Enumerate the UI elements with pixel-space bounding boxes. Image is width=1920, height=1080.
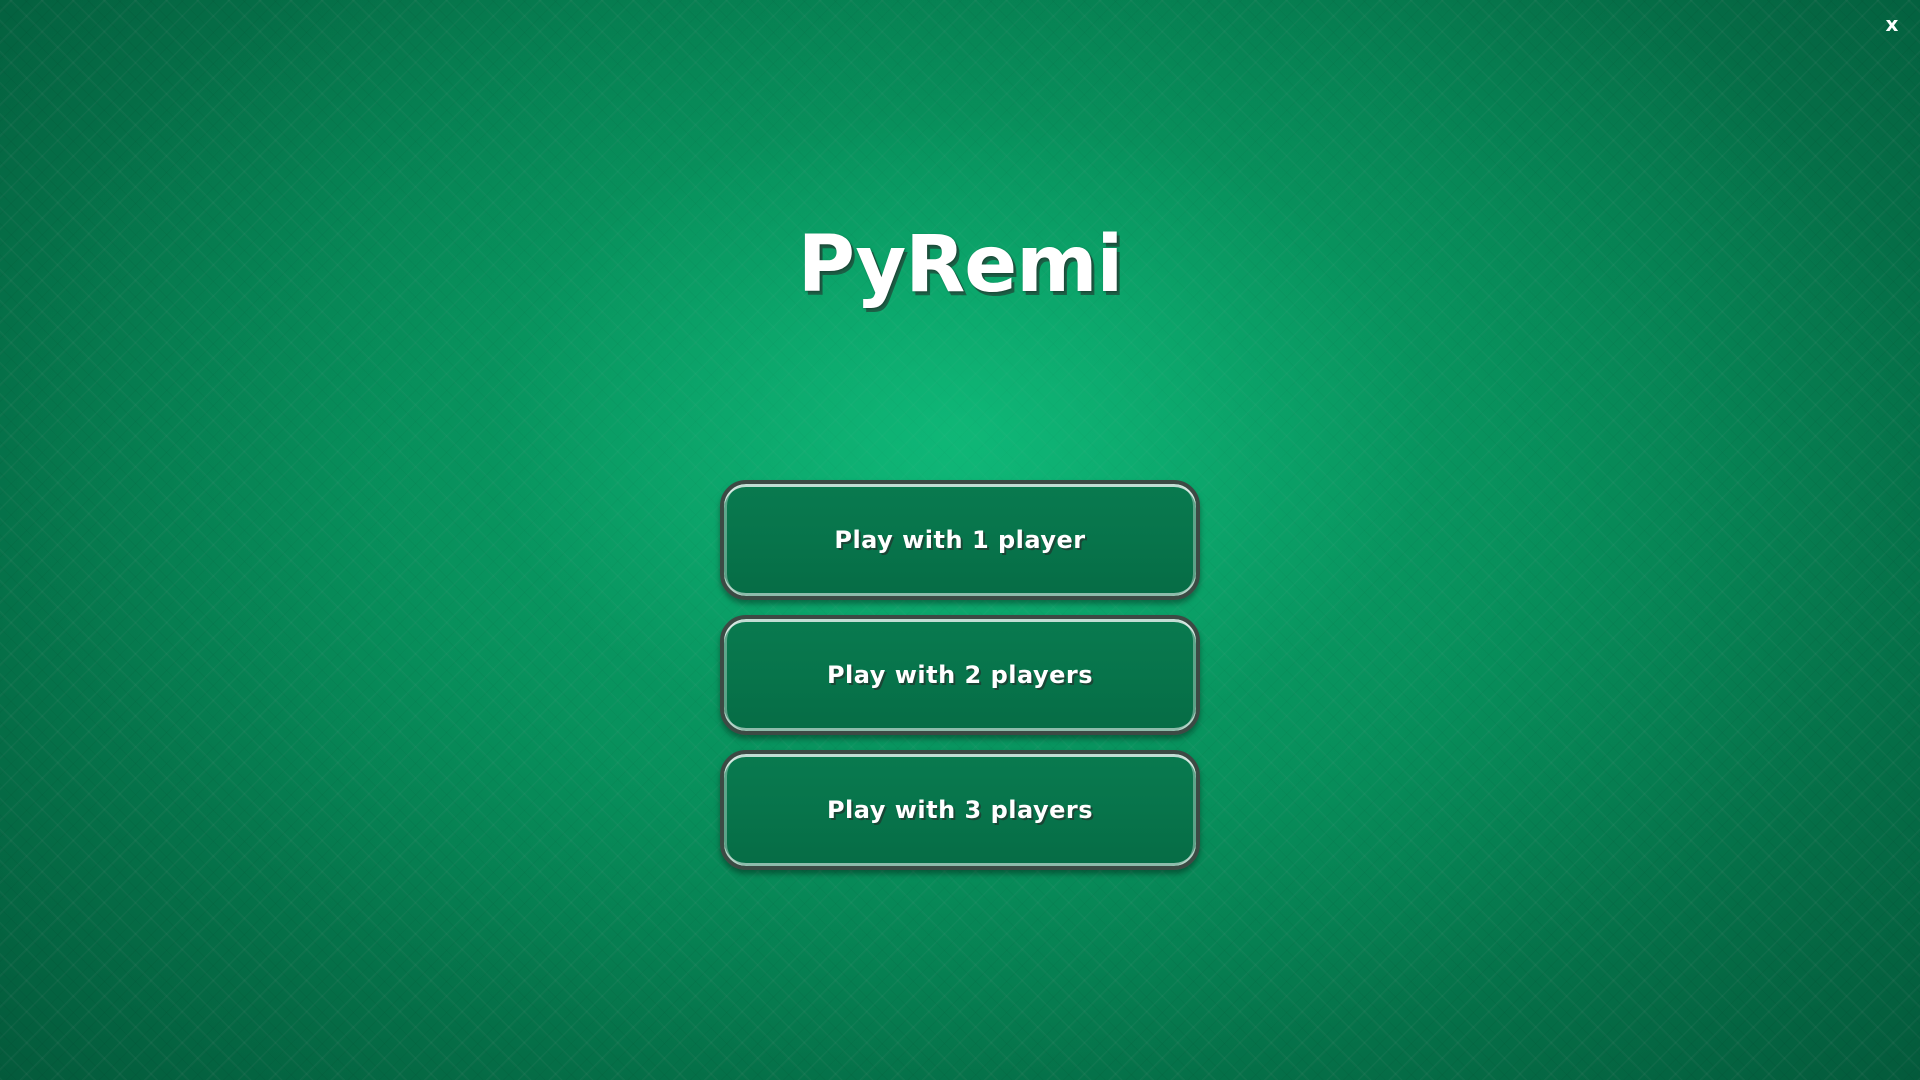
button-label: Play with 2 players xyxy=(826,661,1094,689)
main-menu: Play with 1 player Play with 2 players P… xyxy=(720,480,1200,885)
play-2-players-button[interactable]: Play with 2 players xyxy=(720,615,1200,735)
play-1-player-button[interactable]: Play with 1 player xyxy=(720,480,1200,600)
button-label: Play with 3 players xyxy=(826,796,1094,824)
button-label: Play with 1 player xyxy=(834,526,1086,554)
play-3-players-button[interactable]: Play with 3 players xyxy=(720,750,1200,870)
close-icon[interactable]: x xyxy=(1878,10,1906,38)
game-title: PyRemi xyxy=(797,220,1123,310)
